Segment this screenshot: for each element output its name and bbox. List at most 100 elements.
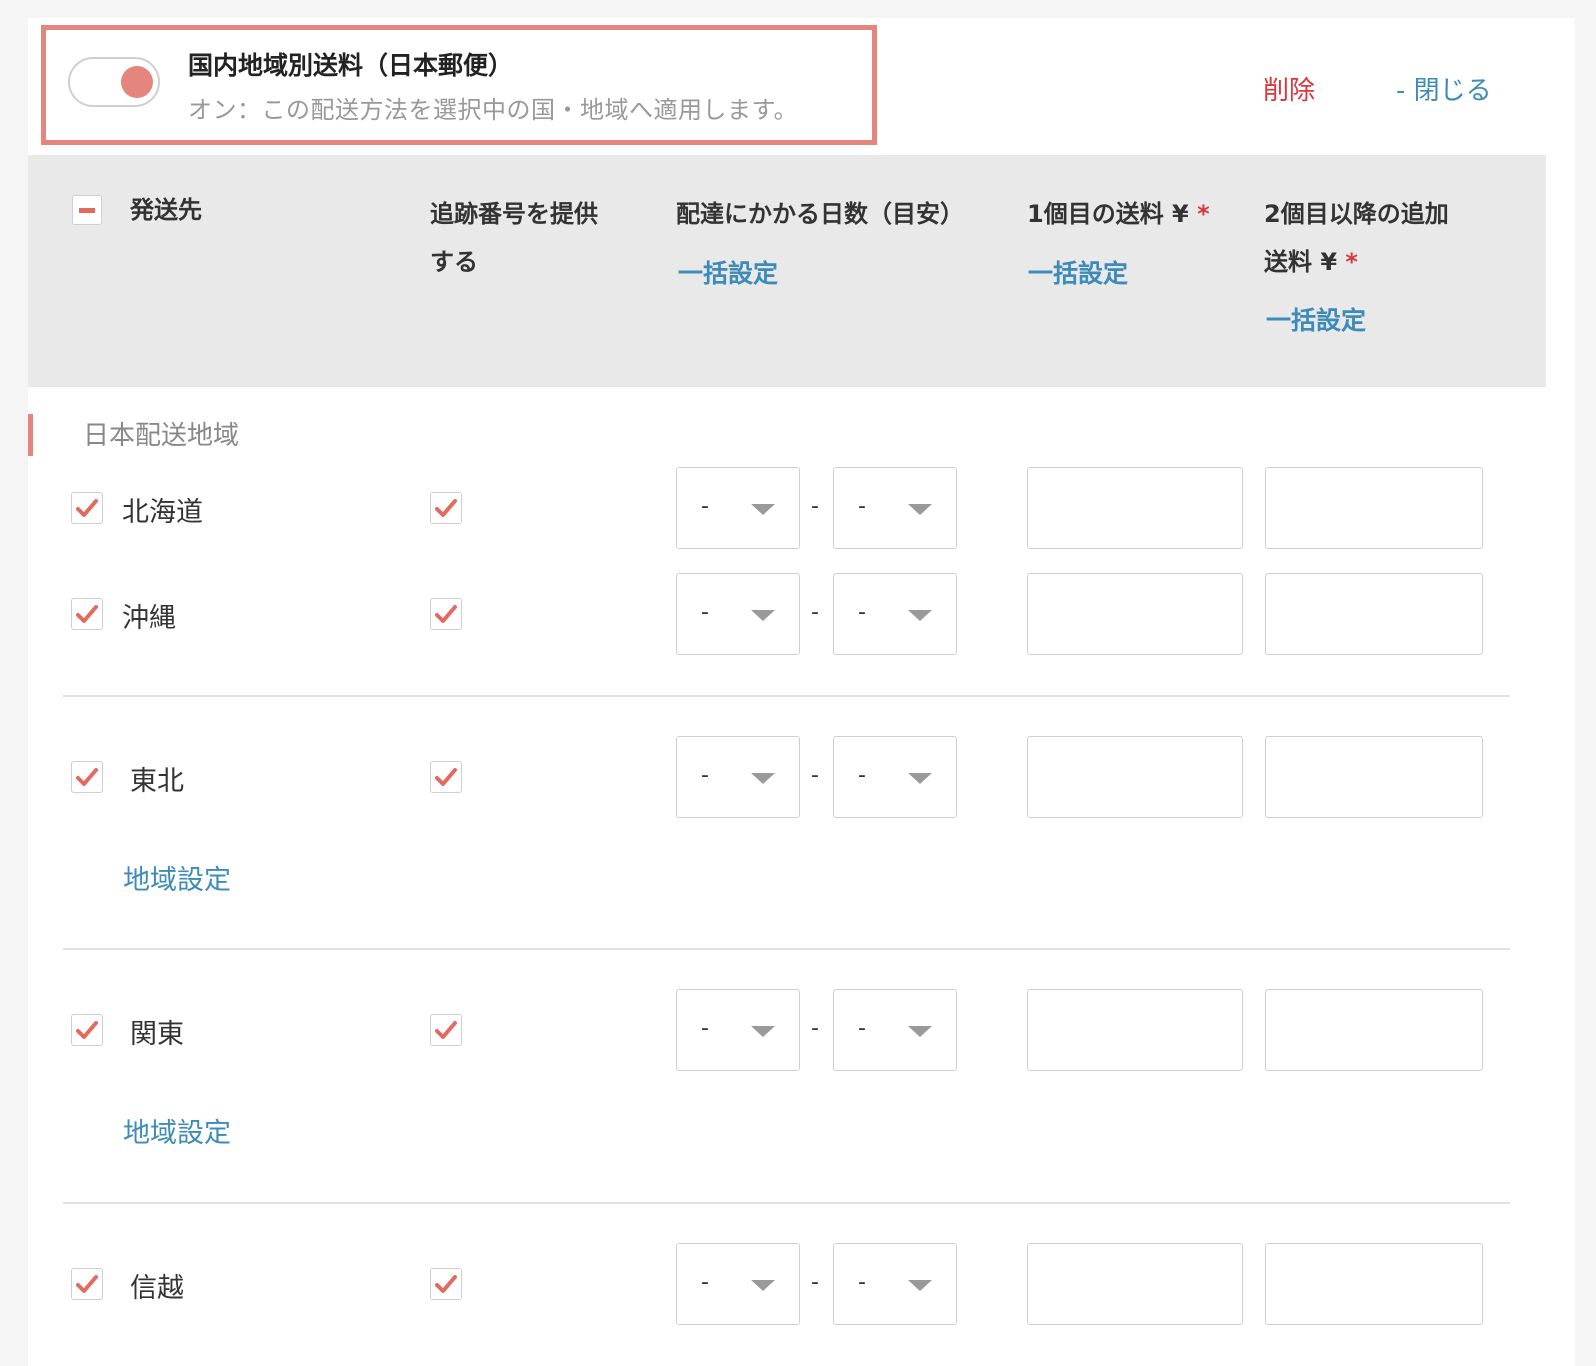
days-max-select[interactable]: -	[833, 573, 957, 655]
days-min-value: -	[701, 494, 709, 519]
toggle-knob	[121, 66, 153, 98]
chevron-down-icon	[908, 1026, 932, 1037]
first-fee-input[interactable]	[1027, 989, 1243, 1071]
checkmark-icon	[435, 1275, 457, 1293]
days-min-select[interactable]: -	[676, 989, 800, 1071]
bulk-set-first-fee-link[interactable]: 一括設定	[1028, 254, 1128, 290]
region-settings-link[interactable]: 地域設定	[123, 858, 231, 897]
additional-fee-input[interactable]	[1265, 736, 1483, 818]
days-max-select[interactable]: -	[833, 467, 957, 549]
first-fee-input[interactable]	[1027, 736, 1243, 818]
first-fee-input[interactable]	[1027, 573, 1243, 655]
region-settings-link[interactable]: 地域設定	[123, 1111, 231, 1150]
range-separator: -	[811, 763, 819, 788]
days-max-value: -	[858, 494, 866, 519]
first-fee-input[interactable]	[1027, 467, 1243, 549]
days-min-value: -	[701, 600, 709, 625]
col-additional-fee-line2: 送料 ¥	[1264, 248, 1338, 276]
region-checkbox[interactable]	[71, 1014, 103, 1046]
days-max-select[interactable]: -	[833, 989, 957, 1071]
range-separator: -	[811, 600, 819, 625]
chevron-down-icon	[751, 1026, 775, 1037]
chevron-down-icon	[908, 773, 932, 784]
checkmark-icon	[435, 1021, 457, 1039]
checkmark-icon	[76, 1275, 98, 1293]
days-min-value: -	[701, 1016, 709, 1041]
days-max-select[interactable]: -	[833, 1243, 957, 1325]
days-min-select[interactable]: -	[676, 467, 800, 549]
col-destination: 発送先	[130, 196, 202, 224]
col-first-fee-label: 1個目の送料 ¥	[1027, 200, 1189, 228]
additional-fee-input[interactable]	[1265, 1243, 1483, 1325]
col-first-fee: 1個目の送料 ¥ *	[1027, 190, 1210, 238]
range-separator: -	[811, 1016, 819, 1041]
tracking-checkbox[interactable]	[430, 598, 462, 630]
chevron-down-icon	[908, 1280, 932, 1291]
days-max-value: -	[858, 763, 866, 788]
required-mark: *	[1345, 248, 1358, 276]
tracking-checkbox[interactable]	[430, 1014, 462, 1046]
row-divider	[63, 1202, 1510, 1204]
region-checkbox[interactable]	[71, 598, 103, 630]
region-name: 東北	[130, 766, 184, 797]
range-separator: -	[811, 1270, 819, 1295]
days-min-select[interactable]: -	[676, 1243, 800, 1325]
tracking-checkbox[interactable]	[430, 492, 462, 524]
additional-fee-input[interactable]	[1265, 467, 1483, 549]
region-name: 沖縄	[122, 603, 176, 634]
chevron-down-icon	[751, 773, 775, 784]
chevron-down-icon	[751, 504, 775, 515]
close-link[interactable]: - 閉じる	[1396, 70, 1492, 107]
days-max-value: -	[858, 1270, 866, 1295]
region-name: 関東	[130, 1019, 184, 1050]
region-checkbox[interactable]	[71, 492, 103, 524]
tracking-checkbox[interactable]	[430, 761, 462, 793]
method-title: 国内地域別送料（日本郵便）	[188, 51, 514, 80]
delete-link[interactable]: 削除	[1263, 70, 1315, 107]
additional-fee-input[interactable]	[1265, 989, 1483, 1071]
bulk-set-additional-fee-link[interactable]: 一括設定	[1266, 301, 1366, 337]
checkmark-icon	[435, 605, 457, 623]
chevron-down-icon	[751, 610, 775, 621]
checkmark-icon	[76, 499, 98, 517]
days-max-value: -	[858, 600, 866, 625]
region-checkbox[interactable]	[71, 1268, 103, 1300]
checkmark-icon	[76, 1021, 98, 1039]
col-tracking: 追跡番号を提供 する	[430, 190, 650, 286]
first-fee-input[interactable]	[1027, 1243, 1243, 1325]
select-all-checkbox[interactable]	[72, 195, 102, 225]
region-name: 信越	[130, 1273, 184, 1304]
region-checkbox[interactable]	[71, 761, 103, 793]
method-enable-toggle[interactable]	[68, 57, 160, 107]
days-min-select[interactable]: -	[676, 736, 800, 818]
bulk-set-days-link[interactable]: 一括設定	[678, 254, 778, 290]
days-max-select[interactable]: -	[833, 736, 957, 818]
days-min-value: -	[701, 1270, 709, 1295]
days-max-value: -	[858, 1016, 866, 1041]
required-mark: *	[1197, 200, 1210, 228]
row-divider	[63, 695, 1510, 697]
col-tracking-line1: 追跡番号を提供	[430, 200, 598, 228]
range-separator: -	[811, 494, 819, 519]
chevron-down-icon	[908, 504, 932, 515]
col-additional-fee: 2個目以降の追加 送料 ¥ *	[1264, 190, 1449, 286]
group-indicator-bar	[28, 414, 33, 456]
col-additional-fee-line1: 2個目以降の追加	[1264, 200, 1449, 228]
checkmark-icon	[435, 768, 457, 786]
checkmark-icon	[76, 768, 98, 786]
tracking-checkbox[interactable]	[430, 1268, 462, 1300]
days-min-value: -	[701, 763, 709, 788]
checkmark-icon	[76, 605, 98, 623]
region-name: 北海道	[122, 497, 203, 528]
col-days: 配達にかかる日数（目安）	[676, 200, 964, 228]
chevron-down-icon	[908, 610, 932, 621]
checkmark-icon	[435, 499, 457, 517]
chevron-down-icon	[751, 1280, 775, 1291]
days-min-select[interactable]: -	[676, 573, 800, 655]
method-description: オン：この配送方法を選択中の国・地域へ適用します。	[188, 96, 799, 124]
additional-fee-input[interactable]	[1265, 573, 1483, 655]
group-label: 日本配送地域	[83, 421, 240, 451]
method-highlight-box	[41, 25, 877, 145]
row-divider	[63, 948, 1510, 950]
col-tracking-line2: する	[430, 248, 478, 276]
